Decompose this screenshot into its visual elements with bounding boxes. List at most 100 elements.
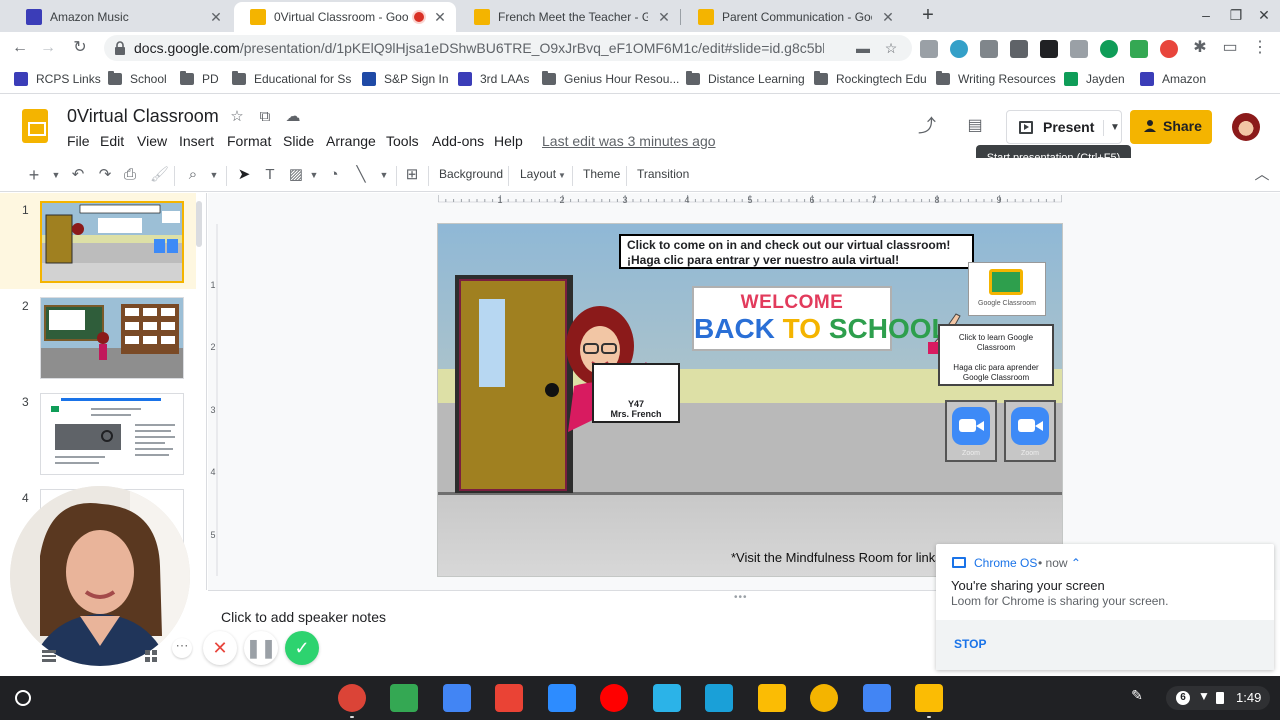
- layout-dropdown-icon[interactable]: ▼: [554, 167, 570, 185]
- bookmark-writing-resources[interactable]: Writing Resources: [936, 70, 1056, 88]
- slides-window-app-icon[interactable]: [915, 684, 943, 712]
- expand-chevron-icon[interactable]: ⌃: [1071, 556, 1081, 570]
- zoom-dropdown-icon[interactable]: ▼: [206, 166, 222, 184]
- browser-tab-french-meet[interactable]: French Meet the Teacher - Goog ✕: [458, 2, 680, 32]
- bookmark-3rd-laas[interactable]: 3rd LAAs: [458, 70, 529, 88]
- speaker-notes-panel[interactable]: Click to add speaker notes: [208, 591, 936, 676]
- last-edit-link[interactable]: Last edit was 3 minutes ago: [542, 133, 716, 149]
- camera-in-use-icon[interactable]: ▬: [854, 39, 872, 57]
- select-cursor-icon[interactable]: ➤: [236, 166, 252, 184]
- forward-button[interactable]: →: [36, 36, 60, 60]
- menu-arrange[interactable]: Arrange: [326, 133, 376, 149]
- star-icon[interactable]: ☆: [228, 108, 246, 126]
- browser-tab-parent-communication[interactable]: Parent Communication - Google ✕: [682, 2, 904, 32]
- filmstrip-scrollbar[interactable]: [196, 201, 202, 247]
- current-slide[interactable]: Click to come on in and check out our vi…: [437, 223, 1063, 577]
- loom-webcam-bubble[interactable]: [10, 486, 190, 666]
- filmstrip-slide-2[interactable]: 2: [0, 289, 196, 385]
- enter-classroom-callout[interactable]: Click to come on in and check out our vi…: [619, 234, 974, 269]
- google-classroom-info-box[interactable]: Click to learn Google Classroom Haga cli…: [938, 324, 1054, 386]
- close-tab-icon[interactable]: ✕: [432, 9, 448, 26]
- stylus-tools-icon[interactable]: ✎: [1128, 686, 1146, 704]
- extension-globe-icon[interactable]: [950, 40, 968, 58]
- bookmark-distance-learning[interactable]: Distance Learning: [686, 70, 805, 88]
- extension-green-square-icon[interactable]: [1130, 40, 1148, 58]
- chrome-app-icon[interactable]: [338, 684, 366, 712]
- zoom-app-icon[interactable]: [548, 684, 576, 712]
- slides-app-icon[interactable]: [810, 684, 838, 712]
- notes-resize-handle[interactable]: •••: [734, 592, 748, 603]
- text-box-icon[interactable]: T: [262, 166, 278, 184]
- transition-button[interactable]: Transition: [637, 167, 689, 181]
- loom-finish-button[interactable]: ✓: [285, 631, 319, 665]
- youtube-app-icon[interactable]: [600, 684, 628, 712]
- menu-file[interactable]: File: [67, 133, 90, 149]
- menu-slide[interactable]: Slide: [283, 133, 314, 149]
- background-button[interactable]: Background: [439, 167, 503, 181]
- files-app-icon[interactable]: [443, 684, 471, 712]
- extension-image-icon[interactable]: [1070, 40, 1088, 58]
- close-tab-icon[interactable]: ✕: [656, 9, 672, 26]
- google-classroom-card[interactable]: Google Classroom: [968, 262, 1046, 316]
- browser-tab-virtual-classroom[interactable]: 0Virtual Classroom - Google ✕: [234, 2, 456, 32]
- print-icon[interactable]: ⎙: [122, 166, 138, 184]
- comments-icon[interactable]: ▤: [966, 117, 984, 135]
- collapse-menus-icon[interactable]: ︿: [1254, 166, 1270, 184]
- filmstrip-slide-3[interactable]: 3: [0, 385, 196, 481]
- docs-app-icon[interactable]: [863, 684, 891, 712]
- reload-button[interactable]: ↻: [68, 36, 92, 60]
- bookmark-school[interactable]: School: [108, 70, 167, 88]
- speaker-notes-placeholder[interactable]: Click to add speaker notes: [221, 609, 386, 625]
- menu-help[interactable]: Help: [494, 133, 523, 149]
- paint-format-icon[interactable]: 🖌: [150, 166, 169, 184]
- cast-icon[interactable]: ▭: [1218, 36, 1242, 60]
- loom-more-options-button[interactable]: ⋯: [172, 638, 192, 658]
- menu-tools[interactable]: Tools: [386, 133, 419, 149]
- stop-sharing-button[interactable]: STOP: [954, 637, 986, 651]
- new-slide-dropdown-icon[interactable]: ▼: [48, 166, 64, 184]
- minimize-window-button[interactable]: –: [1192, 4, 1220, 26]
- classroom-door[interactable]: [455, 275, 573, 493]
- move-folder-icon[interactable]: ⧉: [256, 108, 274, 126]
- insert-comment-icon[interactable]: ⊞: [404, 166, 420, 184]
- menu-edit[interactable]: Edit: [100, 133, 124, 149]
- extension-shield-icon[interactable]: [1010, 40, 1028, 58]
- bookmark-jayden[interactable]: Jayden: [1064, 70, 1125, 88]
- zoom-link-tile-1[interactable]: Zoom: [945, 400, 997, 462]
- redo-icon[interactable]: ↷: [97, 166, 113, 184]
- address-bar[interactable]: docs.google.com/presentation/d/1pKElQ9lH…: [104, 35, 912, 61]
- activity-trend-icon[interactable]: ⤴: [918, 117, 936, 135]
- browser-menu-icon[interactable]: ⋮: [1248, 36, 1272, 60]
- menu-insert[interactable]: Insert: [179, 133, 214, 149]
- play-store-app-icon[interactable]: [390, 684, 418, 712]
- present-options-dropdown[interactable]: ▼: [1103, 120, 1120, 136]
- back-button[interactable]: ←: [8, 36, 32, 60]
- close-window-button[interactable]: ✕: [1250, 4, 1278, 26]
- close-tab-icon[interactable]: ✕: [208, 9, 224, 26]
- zoom-link-tile-2[interactable]: Zoom: [1004, 400, 1056, 462]
- undo-icon[interactable]: ↶: [70, 166, 86, 184]
- bookmark-genius-hour[interactable]: Genius Hour Resou...: [542, 70, 679, 88]
- browser-tab-amazon-music[interactable]: Amazon Music ✕: [10, 2, 232, 32]
- keep-app-icon[interactable]: [758, 684, 786, 712]
- grid-view-icon[interactable]: [145, 650, 157, 662]
- tools-app-icon[interactable]: [705, 684, 733, 712]
- image-dropdown-icon[interactable]: ▼: [306, 166, 322, 184]
- slides-logo-icon[interactable]: [22, 109, 48, 143]
- extension-ghost-icon[interactable]: [1040, 40, 1058, 58]
- new-slide-icon[interactable]: +: [26, 166, 42, 184]
- extension-drive-icon[interactable]: [980, 40, 998, 58]
- bookmark-sp-sign-in[interactable]: S&P Sign In: [362, 70, 449, 88]
- close-tab-icon[interactable]: ✕: [880, 9, 896, 26]
- loom-pause-button[interactable]: ❚❚: [244, 631, 278, 665]
- document-title[interactable]: 0Virtual Classroom: [67, 106, 219, 127]
- filmstrip-view-icon[interactable]: [42, 650, 56, 662]
- bookmark-rockingtech[interactable]: Rockingtech Edu: [814, 70, 927, 88]
- gmail-app-icon[interactable]: [495, 684, 523, 712]
- bookmark-educational[interactable]: Educational for Ss: [232, 70, 351, 88]
- extensions-puzzle-icon[interactable]: ✱: [1188, 36, 1212, 60]
- theme-button[interactable]: Theme: [583, 167, 620, 181]
- extension-copy-icon[interactable]: [920, 40, 938, 58]
- screen-sharing-notification[interactable]: Chrome OS • now ⌃ You're sharing your sc…: [936, 544, 1274, 670]
- extension-loom-icon[interactable]: [1160, 40, 1178, 58]
